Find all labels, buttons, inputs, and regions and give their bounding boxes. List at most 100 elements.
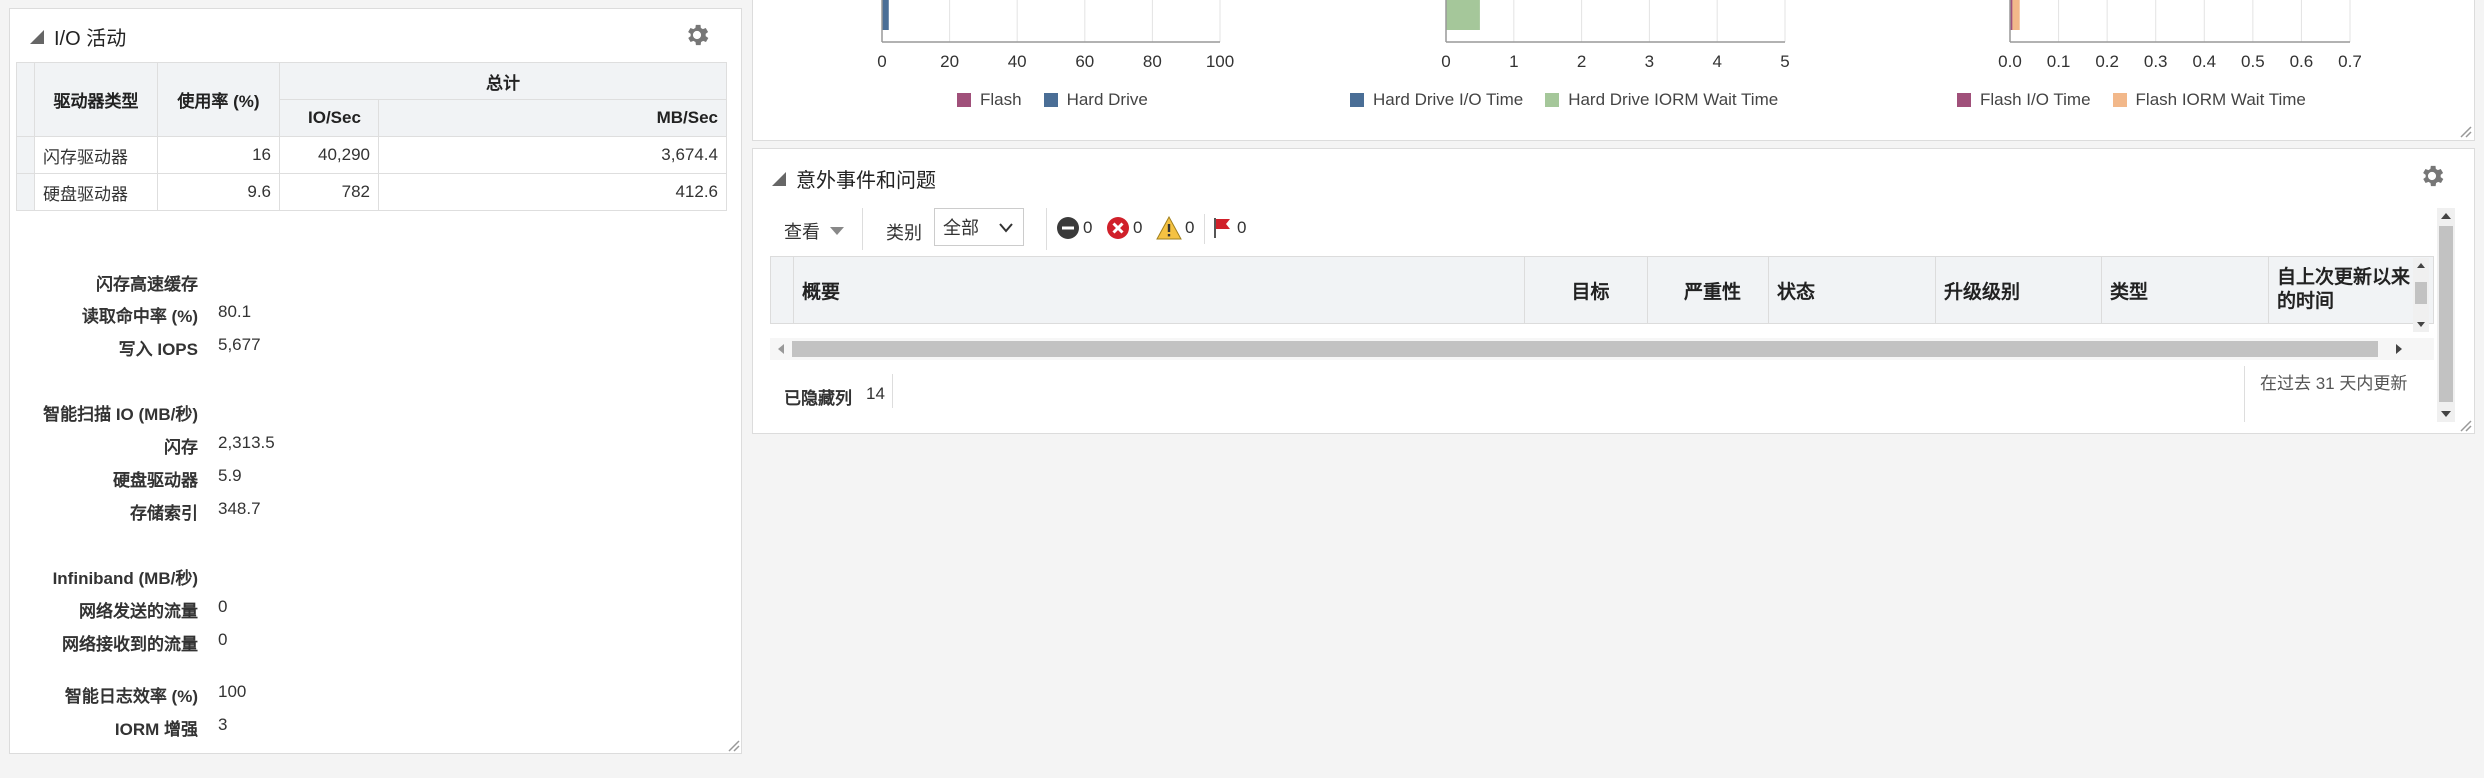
gear-icon[interactable]: [2418, 162, 2446, 190]
resize-handle-icon[interactable]: [726, 738, 740, 752]
x-tick-label: 0.2: [2095, 52, 2119, 71]
collapse-triangle-icon[interactable]: [772, 171, 786, 186]
col-target[interactable]: 目标: [1524, 257, 1648, 323]
legend-swatch: [1957, 93, 1971, 107]
x-tick-label: 0.6: [2289, 52, 2314, 71]
legend-label: Hard Drive IORM Wait Time: [1568, 90, 1779, 109]
critical-filter[interactable]: 0: [1056, 216, 1092, 240]
x-tick-label: 0: [877, 52, 887, 71]
vertical-scrollbar[interactable]: [2437, 208, 2455, 422]
net-recv-value: 0: [218, 630, 228, 649]
scroll-up-icon[interactable]: [2413, 258, 2429, 272]
write-iops-value: 5,677: [218, 335, 261, 354]
vertical-scrollbar-thumb[interactable]: [2439, 226, 2453, 402]
bar[interactable]: [1446, 0, 1480, 30]
chart-legend: Flash I/O Time Flash IORM Wait Time: [1957, 90, 2328, 110]
cell-mb-sec: 3,674.4: [378, 136, 727, 174]
footer-divider: [892, 374, 893, 408]
legend-item[interactable]: Hard Drive: [1043, 90, 1148, 110]
bar[interactable]: [882, 0, 889, 30]
legend-swatch: [1350, 93, 1364, 107]
chevron-down-icon: [830, 227, 844, 235]
scroll-up-icon[interactable]: [2437, 208, 2455, 224]
grid-vertical-scrollbar-thumb[interactable]: [2415, 282, 2427, 304]
smart-log-value: 100: [218, 682, 247, 701]
col-severity[interactable]: 严重性: [1647, 257, 1769, 323]
smart-log-label: 智能日志效率 (%): [64, 687, 198, 706]
view-menu-label: 查看: [784, 222, 820, 242]
net-sent-label: 网络发送的流量: [79, 602, 198, 621]
smart-scan-heading: 智能扫描 IO (MB/秒): [43, 405, 198, 424]
incidents-header[interactable]: 意外事件和问题: [772, 164, 936, 193]
incidents-grid-header: 概要 目标 严重性 状态 升级级别 类型 自上次更新以来的时间: [770, 256, 2434, 324]
col-summary[interactable]: 概要: [793, 257, 1546, 323]
category-select[interactable]: 全部: [934, 208, 1024, 246]
legend-item[interactable]: Flash I/O Time: [1957, 90, 2091, 110]
grid-vertical-scrollbar[interactable]: [2413, 258, 2429, 332]
x-tick-label: 0.5: [2241, 52, 2265, 71]
scroll-down-icon[interactable]: [2437, 406, 2455, 422]
view-menu[interactable]: 查看: [784, 218, 844, 244]
cell-mb-sec: 412.6: [378, 173, 727, 211]
horizontal-scrollbar[interactable]: [770, 338, 2434, 360]
flash-cache-heading: 闪存高速缓存: [96, 275, 198, 294]
col-time-since-update[interactable]: 自上次更新以来的时间: [2268, 257, 2415, 323]
warning-icon: [1156, 216, 1182, 240]
legend-item[interactable]: Hard Drive IORM Wait Time: [1545, 90, 1778, 110]
storage-index-value: 348.7: [218, 499, 261, 518]
x-tick-label: 5: [1780, 52, 1790, 71]
flag-filter[interactable]: 0: [1212, 216, 1246, 240]
legend-item[interactable]: Hard Drive I/O Time: [1350, 90, 1523, 110]
x-tick-label: 3: [1644, 52, 1655, 71]
x-tick-label: 0.4: [2192, 52, 2217, 71]
bar-chart: [1445, 0, 1786, 43]
footer-divider: [2244, 366, 2245, 422]
scroll-right-icon[interactable]: [2390, 338, 2406, 360]
legend-label: Hard Drive: [1066, 90, 1148, 109]
resize-handle-icon[interactable]: [2458, 418, 2472, 432]
horizontal-scrollbar-thumb[interactable]: [792, 341, 2378, 357]
row-header-cell: [771, 257, 793, 323]
x-tick-label: 0.1: [2046, 52, 2071, 71]
footer-note: 在过去 31 天内更新: [2260, 374, 2408, 393]
error-icon: [1107, 217, 1129, 239]
scroll-left-icon[interactable]: [774, 338, 790, 360]
net-sent-value: 0: [218, 597, 228, 616]
chart-legend: Flash Hard Drive: [957, 90, 1170, 110]
x-tick-label: 0.0: [1998, 52, 2022, 71]
x-tick-label: 4: [1712, 52, 1722, 71]
hidden-columns-label: 已隐藏列: [784, 389, 852, 408]
write-iops-label: 写入 IOPS: [118, 340, 198, 359]
legend-swatch: [1043, 93, 1058, 107]
x-tick-label: 2: [1576, 52, 1587, 71]
legend-label: Flash: [980, 90, 1022, 109]
smart-scan-flash-label: 闪存: [164, 438, 198, 457]
net-recv-label: 网络接收到的流量: [62, 635, 198, 654]
col-status[interactable]: 状态: [1768, 257, 1936, 323]
x-tick-label: 80: [1142, 52, 1162, 71]
toolbar-divider: [1204, 214, 1205, 244]
legend-item[interactable]: Flash IORM Wait Time: [2112, 90, 2306, 110]
error-filter[interactable]: 0: [1106, 216, 1142, 240]
legend-label: Hard Drive I/O Time: [1373, 90, 1524, 109]
critical-count: 0: [1083, 218, 1093, 237]
col-type[interactable]: 类型: [2101, 257, 2269, 323]
flag-count: 0: [1237, 218, 1247, 237]
chevron-down-icon: [999, 223, 1013, 233]
smart-scan-disk-value: 5.9: [218, 466, 242, 485]
hidden-columns-count[interactable]: 14: [866, 384, 885, 404]
incidents-footer: 已隐藏列 14 在过去 31 天内更新: [770, 366, 2434, 424]
scroll-down-icon[interactable]: [2413, 318, 2429, 332]
legend-item[interactable]: Flash: [957, 90, 1022, 110]
warning-filter[interactable]: 0: [1156, 216, 1194, 240]
smart-scan-flash-value: 2,313.5: [218, 433, 275, 452]
legend-swatch: [2112, 93, 2127, 107]
legend-swatch: [957, 93, 971, 107]
bar-chart: [2009, 0, 2351, 43]
col-escalation[interactable]: 升级级别: [1935, 257, 2101, 323]
resize-handle-icon[interactable]: [2458, 124, 2472, 138]
iorm-value: 3: [218, 715, 228, 734]
chart-legend: Hard Drive I/O Time Hard Drive IORM Wait …: [1350, 90, 1800, 110]
smart-scan-disk-label: 硬盘驱动器: [113, 471, 198, 490]
bar[interactable]: [2012, 0, 2020, 30]
